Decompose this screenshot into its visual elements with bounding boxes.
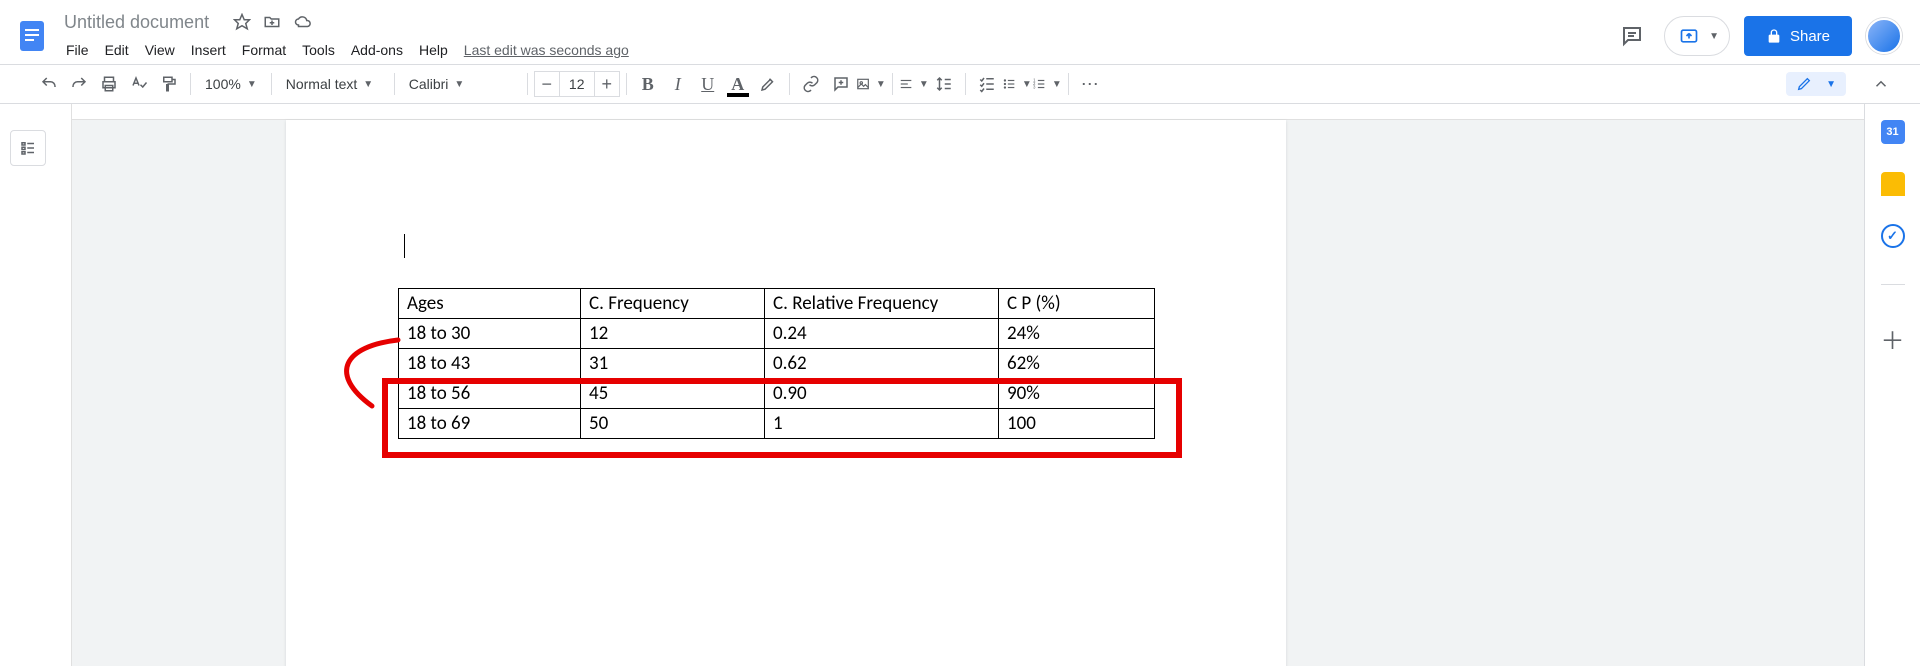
titlebar: Untitled document File Edit View Insert …	[0, 0, 1920, 64]
insert-comment-button[interactable]	[826, 69, 856, 99]
docs-logo[interactable]	[12, 16, 52, 56]
cloud-status-icon[interactable]	[293, 13, 313, 31]
vertical-ruler	[56, 104, 72, 666]
line-spacing-button[interactable]	[929, 69, 959, 99]
text-color-button[interactable]: A	[723, 69, 753, 99]
bulleted-list-button[interactable]: ▼	[1002, 69, 1032, 99]
annotation-arrow	[324, 334, 402, 412]
last-edit-link[interactable]: Last edit was seconds ago	[464, 42, 629, 58]
align-button[interactable]: ▼	[899, 69, 929, 99]
insert-link-button[interactable]	[796, 69, 826, 99]
th-cfreq[interactable]: C. Frequency	[581, 289, 765, 319]
font-select[interactable]: Calibri▼	[401, 69, 521, 99]
paint-format-button[interactable]	[154, 69, 184, 99]
frequency-table[interactable]: Ages C. Frequency C. Relative Frequency …	[398, 288, 1155, 439]
th-cp[interactable]: C P (%)	[999, 289, 1155, 319]
table-row: 18 to 43310.6262%	[399, 349, 1155, 379]
menu-help[interactable]: Help	[411, 38, 456, 62]
table-row: 18 to 69501100	[399, 409, 1155, 439]
highlight-button[interactable]	[753, 69, 783, 99]
th-ages[interactable]: Ages	[399, 289, 581, 319]
more-tools-button[interactable]: ⋯	[1075, 69, 1105, 99]
star-icon[interactable]	[233, 13, 251, 31]
outline-button[interactable]	[10, 130, 46, 166]
side-panel-divider	[1881, 284, 1905, 285]
share-label: Share	[1790, 28, 1830, 45]
print-button[interactable]	[94, 69, 124, 99]
editing-mode-button[interactable]: ▼	[1786, 72, 1846, 96]
open-comments-button[interactable]	[1614, 18, 1650, 54]
horizontal-ruler	[56, 104, 1864, 120]
menu-edit[interactable]: Edit	[97, 38, 137, 62]
present-button[interactable]: ▼	[1664, 16, 1730, 56]
menu-view[interactable]: View	[137, 38, 183, 62]
table-row: 18 to 56450.9090%	[399, 379, 1155, 409]
menu-bar: File Edit View Insert Format Tools Add-o…	[58, 36, 1614, 64]
menu-tools[interactable]: Tools	[294, 38, 343, 62]
menu-file[interactable]: File	[58, 38, 97, 62]
keep-addon-icon[interactable]	[1881, 172, 1905, 196]
checklist-button[interactable]	[972, 69, 1002, 99]
italic-button[interactable]: I	[663, 69, 693, 99]
move-icon[interactable]	[263, 13, 281, 31]
menu-addons[interactable]: Add-ons	[343, 38, 411, 62]
font-size-value[interactable]: 12	[559, 72, 595, 96]
page[interactable]: Ages C. Frequency C. Relative Frequency …	[286, 120, 1286, 666]
text-cursor	[404, 234, 405, 258]
font-size-increase[interactable]: +	[595, 72, 619, 96]
bold-button[interactable]: B	[633, 69, 663, 99]
numbered-list-button[interactable]: 123▼	[1032, 69, 1062, 99]
menu-format[interactable]: Format	[234, 38, 294, 62]
collapse-toolbar-button[interactable]	[1866, 69, 1896, 99]
table-header-row: Ages C. Frequency C. Relative Frequency …	[399, 289, 1155, 319]
zoom-select[interactable]: 100%▼	[197, 69, 265, 99]
document-title[interactable]: Untitled document	[58, 10, 215, 35]
side-panel: ＋	[1864, 104, 1920, 666]
document-canvas[interactable]: Ages C. Frequency C. Relative Frequency …	[56, 104, 1864, 666]
tasks-addon-icon[interactable]	[1881, 224, 1905, 248]
insert-image-button[interactable]: ▼	[856, 69, 886, 99]
table-row: 18 to 30120.2424%	[399, 319, 1155, 349]
menu-insert[interactable]: Insert	[183, 38, 234, 62]
underline-button[interactable]: U	[693, 69, 723, 99]
spellcheck-button[interactable]	[124, 69, 154, 99]
th-crelfreq[interactable]: C. Relative Frequency	[765, 289, 999, 319]
svg-text:3: 3	[1033, 85, 1036, 90]
calendar-addon-icon[interactable]	[1881, 120, 1905, 144]
font-size-stepper: − 12 +	[534, 71, 620, 97]
paragraph-style-select[interactable]: Normal text▼	[278, 69, 388, 99]
chevron-down-icon: ▼	[1709, 31, 1719, 42]
font-size-decrease[interactable]: −	[535, 72, 559, 96]
get-addons-button[interactable]: ＋	[1881, 321, 1905, 356]
share-button[interactable]: Share	[1744, 16, 1852, 56]
toolbar: 100%▼ Normal text▼ Calibri▼ − 12 + B I U…	[0, 64, 1920, 104]
redo-button[interactable]	[64, 69, 94, 99]
undo-button[interactable]	[34, 69, 64, 99]
account-avatar[interactable]	[1866, 18, 1902, 54]
